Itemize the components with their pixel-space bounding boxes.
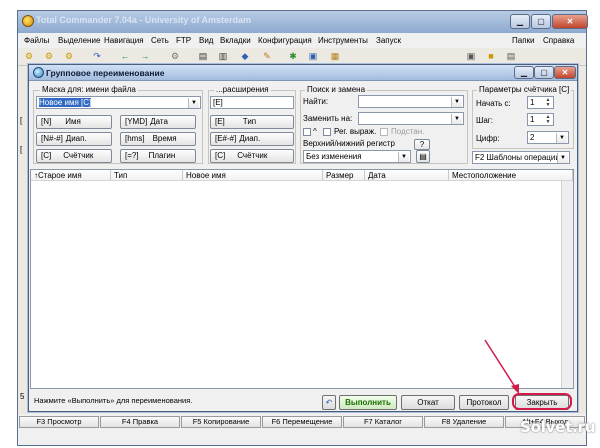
f8-delete-button[interactable]: F8 Удаление	[424, 416, 504, 428]
f6-move-button[interactable]: F6 Перемещение	[262, 416, 342, 428]
f7-mkdir-button[interactable]: F7 Каталог	[343, 416, 423, 428]
watermark: Solvet.ru	[520, 418, 596, 436]
f3-view-button[interactable]: F3 Просмотр	[19, 416, 99, 428]
f4-edit-button[interactable]: F4 Правка	[100, 416, 180, 428]
f5-copy-button[interactable]: F5 Копирование	[181, 416, 261, 428]
annotation-arrow	[484, 339, 519, 394]
